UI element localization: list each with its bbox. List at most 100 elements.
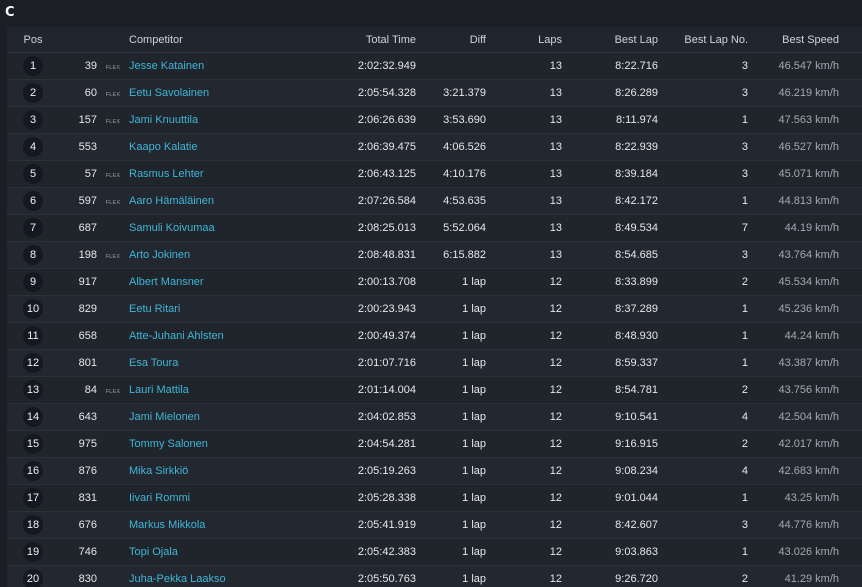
- competitor-link[interactable]: Arto Jokinen: [129, 249, 190, 261]
- table-row[interactable]: 13 84 FLEX Lauri Mattila 2:01:14.004 1 lap 12 8…: [7, 376, 862, 404]
- best-lap-no: 3: [658, 160, 748, 188]
- race-number: 687: [59, 214, 97, 242]
- competitor-cell: Kaapo Kalatie: [129, 133, 329, 161]
- competitor-link[interactable]: Lauri Mattila: [129, 384, 189, 396]
- competitor-link[interactable]: Iivari Rommi: [129, 492, 190, 504]
- flex-cell: [97, 565, 129, 587]
- pos-cell: 20: [7, 565, 59, 587]
- col-header-pos[interactable]: Pos: [7, 27, 59, 53]
- race-number: 876: [59, 457, 97, 485]
- laps: 12: [486, 322, 562, 350]
- competitor-link[interactable]: Samuli Koivumaa: [129, 222, 215, 234]
- flex-tag: FLEX: [105, 254, 121, 260]
- table-row[interactable]: 1 39 FLEX Jesse Katainen 2:02:32.949 13 8:22.7…: [7, 52, 862, 80]
- results-table: Pos Competitor Total Time Diff Laps Best…: [7, 27, 862, 587]
- best-lap-no: 2: [658, 376, 748, 404]
- position-badge: 19: [23, 542, 43, 562]
- position-badge: 20: [23, 569, 43, 587]
- col-header-total-time[interactable]: Total Time: [329, 27, 416, 53]
- competitor-link[interactable]: Kaapo Kalatie: [129, 141, 198, 153]
- laps: 12: [486, 295, 562, 323]
- pos-cell: 16: [7, 457, 59, 485]
- laps: 12: [486, 268, 562, 296]
- laps: 12: [486, 565, 562, 587]
- table-row[interactable]: 12 801 Esa Toura 2:01:07.716 1 lap 12 8:59.337…: [7, 349, 862, 377]
- best-speed: 44.813 km/h: [748, 187, 862, 215]
- laps: 12: [486, 538, 562, 566]
- table-row[interactable]: 2 60 FLEX Eetu Savolainen 2:05:54.328 3:21.37…: [7, 79, 862, 107]
- table-row[interactable]: 18 676 Markus Mikkola 2:05:41.919 1 lap 12 8:4…: [7, 511, 862, 539]
- table-row[interactable]: 17 831 Iivari Rommi 2:05:28.338 1 lap 12 9:01.…: [7, 484, 862, 512]
- table-row[interactable]: 3 157 FLEX Jami Knuuttila 2:06:26.639 3:53.69…: [7, 106, 862, 134]
- table-row[interactable]: 16 876 Mika Sirkkiö 2:05:19.263 1 lap 12 9:08.…: [7, 457, 862, 485]
- col-header-best-speed[interactable]: Best Speed: [748, 27, 862, 53]
- position-badge: 16: [23, 461, 43, 481]
- competitor-link[interactable]: Eetu Savolainen: [129, 87, 209, 99]
- competitor-cell: Lauri Mattila: [129, 376, 329, 404]
- table-row[interactable]: 7 687 Samuli Koivumaa 2:08:25.013 5:52.064 13…: [7, 214, 862, 242]
- race-number: 658: [59, 322, 97, 350]
- flex-tag: FLEX: [105, 173, 121, 179]
- table-row[interactable]: 11 658 Atte-Juhani Ahlsten 2:00:49.374 1 lap…: [7, 322, 862, 350]
- race-number: 830: [59, 565, 97, 587]
- total-time: 2:00:13.708: [329, 268, 416, 296]
- col-header-diff[interactable]: Diff: [416, 27, 486, 53]
- position-badge: 7: [23, 218, 43, 238]
- best-speed: 44.776 km/h: [748, 511, 862, 539]
- position-badge: 11: [23, 326, 43, 346]
- table-row[interactable]: 10 829 Eetu Ritari 2:00:23.943 1 lap 12 8:37.2…: [7, 295, 862, 323]
- race-number: 553: [59, 133, 97, 161]
- table-row[interactable]: 19 746 Topi Ojala 2:05:42.383 1 lap 12 9:03.86…: [7, 538, 862, 566]
- best-speed: 42.683 km/h: [748, 457, 862, 485]
- flex-tag: FLEX: [105, 200, 121, 206]
- flex-tag: FLEX: [105, 389, 121, 395]
- diff: 1 lap: [416, 538, 486, 566]
- competitor-link[interactable]: Eetu Ritari: [129, 303, 180, 315]
- col-header-laps[interactable]: Laps: [486, 27, 562, 53]
- competitor-link[interactable]: Mika Sirkkiö: [129, 465, 188, 477]
- best-speed: 46.219 km/h: [748, 79, 862, 107]
- col-header-competitor[interactable]: Competitor: [129, 27, 329, 53]
- competitor-link[interactable]: Jami Mielonen: [129, 411, 200, 423]
- best-lap: 8:37.289: [562, 295, 658, 323]
- competitor-link[interactable]: Aaro Hämäläinen: [129, 195, 214, 207]
- best-lap-no: 3: [658, 511, 748, 539]
- diff: 4:06.526: [416, 133, 486, 161]
- competitor-link[interactable]: Jami Knuuttila: [129, 114, 198, 126]
- best-lap: 9:10.541: [562, 403, 658, 431]
- competitor-link[interactable]: Topi Ojala: [129, 546, 178, 558]
- competitor-link[interactable]: Tommy Salonen: [129, 438, 208, 450]
- competitor-link[interactable]: Markus Mikkola: [129, 519, 205, 531]
- diff: [416, 52, 486, 80]
- col-header-best-lap-no[interactable]: Best Lap No.: [658, 27, 748, 53]
- pos-cell: 17: [7, 484, 59, 512]
- col-header-best-lap[interactable]: Best Lap: [562, 27, 658, 53]
- competitor-cell: Markus Mikkola: [129, 511, 329, 539]
- competitor-link[interactable]: Juha-Pekka Laakso: [129, 573, 226, 585]
- laps: 12: [486, 376, 562, 404]
- competitor-link[interactable]: Jesse Katainen: [129, 60, 204, 72]
- table-row[interactable]: 9 917 Albert Mansner 2:00:13.708 1 lap 12 8:33…: [7, 268, 862, 296]
- total-time: 2:06:43.125: [329, 160, 416, 188]
- results-panel: Pos Competitor Total Time Diff Laps Best…: [7, 27, 862, 587]
- competitor-link[interactable]: Atte-Juhani Ahlsten: [129, 330, 224, 342]
- competitor-link[interactable]: Albert Mansner: [129, 276, 204, 288]
- laps: 13: [486, 160, 562, 188]
- table-row[interactable]: 5 57 FLEX Rasmus Lehter 2:06:43.125 4:10.176 1…: [7, 160, 862, 188]
- best-speed: 43.764 km/h: [748, 241, 862, 269]
- competitor-link[interactable]: Rasmus Lehter: [129, 168, 204, 180]
- total-time: 2:05:41.919: [329, 511, 416, 539]
- competitor-cell: Aaro Hämäläinen: [129, 187, 329, 215]
- table-row[interactable]: 15 975 Tommy Salonen 2:04:54.281 1 lap 12 9:16…: [7, 430, 862, 458]
- competitor-link[interactable]: Esa Toura: [129, 357, 178, 369]
- table-row[interactable]: 4 553 Kaapo Kalatie 2:06:39.475 4:06.526 13 8:…: [7, 133, 862, 161]
- competitor-cell: Samuli Koivumaa: [129, 214, 329, 242]
- best-lap: 8:39.184: [562, 160, 658, 188]
- flex-tag: FLEX: [105, 92, 121, 98]
- table-row[interactable]: 14 643 Jami Mielonen 2:04:02.853 1 lap 12 9:10…: [7, 403, 862, 431]
- pos-cell: 8: [7, 241, 59, 269]
- table-row[interactable]: 6 597 FLEX Aaro Hämäläinen 2:07:26.584 4:53.6…: [7, 187, 862, 215]
- table-row[interactable]: 20 830 Juha-Pekka Laakso 2:05:50.763 1 lap 12…: [7, 565, 862, 587]
- table-row[interactable]: 8 198 FLEX Arto Jokinen 2:08:48.831 6:15.882 1…: [7, 241, 862, 269]
- best-lap: 8:54.781: [562, 376, 658, 404]
